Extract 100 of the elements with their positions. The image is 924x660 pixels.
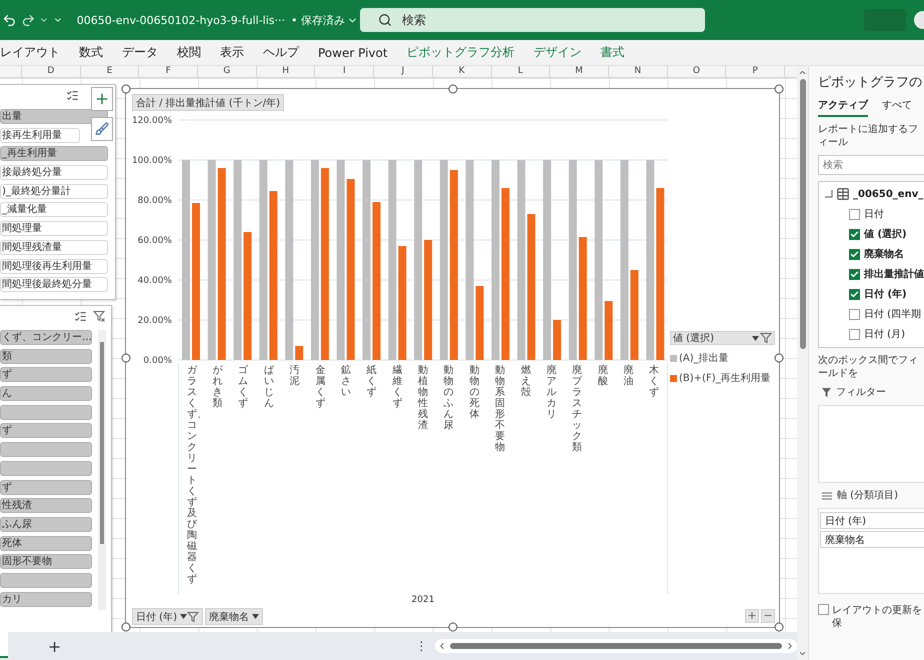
collapse-button[interactable]: − — [761, 609, 775, 623]
column-header[interactable]: N — [608, 66, 668, 77]
resize-handle[interactable] — [774, 354, 784, 362]
ribbon-tab[interactable]: 書式 — [600, 44, 625, 61]
filter-icon[interactable] — [186, 610, 199, 622]
axis-tick-label: 100.00% — [132, 156, 172, 166]
slicer-item[interactable]: ず — [0, 423, 92, 438]
slicer-item[interactable]: 死体 — [0, 536, 92, 551]
scroll-down-icon[interactable] — [798, 649, 807, 658]
slicer-item[interactable]: 性残渣 — [0, 498, 92, 514]
column-header[interactable]: M — [550, 66, 609, 77]
redo-icon[interactable] — [20, 12, 36, 28]
slicer-item[interactable]: 固形不要物 — [0, 554, 92, 570]
axis-field[interactable]: 廃棄物名 — [820, 531, 924, 548]
checkbox[interactable] — [849, 268, 860, 280]
value-field-button[interactable]: 合計 / 排出量推計値 (千トン/年) — [132, 94, 284, 111]
column-header[interactable]: D — [22, 66, 81, 77]
slicer-item[interactable]: ん — [0, 386, 92, 402]
format-button[interactable] — [91, 117, 113, 141]
undo-icon[interactable] — [2, 12, 17, 28]
column-header[interactable]: P — [726, 66, 785, 77]
category-label: 鉱さい — [340, 365, 351, 400]
add-button[interactable] — [91, 87, 113, 111]
checkbox[interactable] — [849, 228, 860, 240]
ribbon-tab[interactable]: レイアウト — [0, 44, 60, 61]
ribbon-tab[interactable]: 校閲 — [177, 44, 201, 61]
axis-field-button[interactable]: 日付 (年) — [132, 608, 203, 625]
field-search[interactable]: 検索 — [818, 155, 924, 175]
slicer-item[interactable]: 間処理残渣量 — [0, 240, 108, 255]
ribbon-tab[interactable]: 表示 — [220, 44, 244, 61]
resize-handle[interactable] — [122, 84, 130, 94]
checkbox[interactable] — [849, 328, 860, 340]
bar — [295, 346, 304, 360]
slicer-item[interactable]: 接再生利用量 — [0, 128, 80, 143]
slicer-item[interactable]: カリ — [0, 592, 92, 607]
slicer-item[interactable]: 間処理後最終処分量 — [0, 277, 108, 292]
ribbon-tab[interactable]: ピボットグラフ分析 — [406, 44, 515, 61]
axis-field-button[interactable]: 廃棄物名 — [204, 608, 263, 625]
scroll-up-icon[interactable] — [798, 68, 807, 77]
category-label: 廃プラスチック類 — [572, 365, 582, 455]
expand-button[interactable]: + — [745, 609, 759, 623]
search-field[interactable]: 検索 — [360, 8, 705, 32]
vertical-scrollbar[interactable] — [797, 66, 808, 660]
column-header[interactable]: E — [80, 66, 140, 77]
column-header[interactable]: I — [315, 66, 374, 77]
pane-tab[interactable]: アクティブ — [818, 98, 868, 117]
category-label: 動物のふん尿 — [444, 365, 454, 433]
axis-field[interactable]: 日付 (年) — [820, 512, 924, 529]
multi-select-icon[interactable] — [66, 88, 79, 102]
legend-field-button[interactable]: 値 (選択) — [670, 331, 775, 345]
caret-icon — [252, 614, 259, 619]
slicer-item[interactable]: _減量化量 — [0, 202, 108, 218]
more-button[interactable]: ⋮ — [411, 639, 432, 653]
slicer-item[interactable]: 出量 — [0, 109, 108, 124]
resize-handle[interactable] — [774, 84, 784, 94]
resize-handle[interactable] — [122, 354, 130, 362]
resize-handle[interactable] — [448, 622, 457, 632]
resize-handle[interactable] — [774, 622, 784, 632]
slicer-item[interactable]: くず、コンクリー… — [0, 330, 92, 345]
slicer-item[interactable]: 間処理後再生利用量 — [0, 258, 108, 274]
pane-tab[interactable]: すべて — [882, 98, 912, 117]
slicer-item[interactable]: 間処理量 — [0, 221, 108, 236]
slicer-item[interactable]: ず — [0, 367, 92, 382]
add-sheet-button[interactable]: + — [44, 636, 66, 656]
resize-handle[interactable] — [122, 622, 130, 632]
checkbox[interactable] — [849, 248, 860, 260]
multi-select-icon[interactable] — [74, 310, 87, 322]
slicer-item[interactable]: _再生利用量 — [0, 146, 108, 162]
sheet-tab[interactable] — [0, 632, 8, 658]
slicer-item[interactable]: ふん尿 — [0, 516, 92, 532]
ribbon-tab[interactable]: データ — [122, 44, 158, 61]
slicer-item[interactable]: ず — [0, 480, 92, 494]
field-label: 日付 (月) — [864, 328, 905, 341]
column-header[interactable]: L — [492, 66, 550, 77]
column-header[interactable]: J — [374, 66, 433, 77]
clear-filter-icon[interactable] — [93, 310, 105, 322]
checkbox[interactable] — [849, 308, 860, 320]
slicer-item[interactable]: )_最終処分量計 — [0, 184, 108, 199]
slicer-item[interactable]: 接最終処分量 — [0, 165, 108, 180]
ribbon-tab[interactable]: 数式 — [79, 44, 103, 61]
column-header[interactable]: H — [256, 66, 316, 77]
table-name[interactable]: _00650_env_ — [853, 188, 924, 200]
checkbox[interactable] — [849, 288, 860, 300]
ribbon-tab[interactable]: ヘルプ — [263, 44, 299, 61]
resize-handle[interactable] — [448, 84, 457, 94]
column-header[interactable]: F — [139, 66, 198, 77]
collapse-icon[interactable] — [825, 190, 833, 198]
checkbox[interactable] — [818, 604, 829, 615]
scrollbar[interactable] — [98, 330, 106, 610]
ribbon-tab[interactable]: デザイン — [534, 44, 582, 61]
horizontal-scrollbar[interactable] — [435, 639, 797, 653]
slicer-item[interactable]: 類 — [0, 348, 92, 364]
column-header[interactable]: O — [668, 66, 726, 77]
ribbon-tab[interactable]: Power Pivot — [318, 46, 388, 60]
checkbox[interactable] — [849, 208, 860, 220]
filter-icon[interactable] — [760, 332, 772, 344]
column-header[interactable]: G — [198, 66, 257, 77]
category-label: 金属くず — [315, 365, 326, 411]
save-status[interactable]: • 保存済み — [289, 12, 360, 28]
column-header[interactable]: K — [432, 66, 492, 77]
